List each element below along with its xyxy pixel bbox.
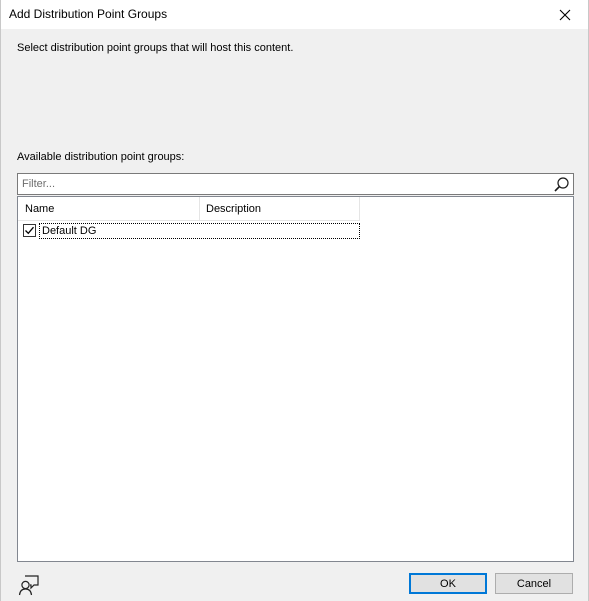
feedback-icon[interactable] [18,574,40,596]
close-icon [559,9,571,20]
title-bar: Add Distribution Point Groups [1,0,588,29]
search-icon[interactable] [553,176,570,193]
add-distribution-point-groups-dialog: Add Distribution Point Groups Select dis… [0,0,589,601]
column-header-description[interactable]: Description [200,197,360,221]
list-item[interactable]: Default DG [22,223,360,239]
distribution-point-groups-list[interactable]: Name Description Default DG [17,196,574,562]
checkmark-icon [25,226,34,235]
ok-button[interactable]: OK [409,573,487,594]
list-header: Name Description [18,197,360,221]
close-button[interactable] [542,0,588,29]
instruction-text: Select distribution point groups that wi… [17,42,294,54]
dialog-title: Add Distribution Point Groups [9,7,168,21]
filter-box [17,173,574,195]
row-checkbox[interactable] [23,224,36,237]
column-header-name[interactable]: Name [18,197,200,221]
cancel-button[interactable]: Cancel [495,573,573,594]
available-groups-label: Available distribution point groups: [17,151,185,163]
filter-input[interactable] [22,176,542,192]
row-name: Default DG [39,223,360,239]
